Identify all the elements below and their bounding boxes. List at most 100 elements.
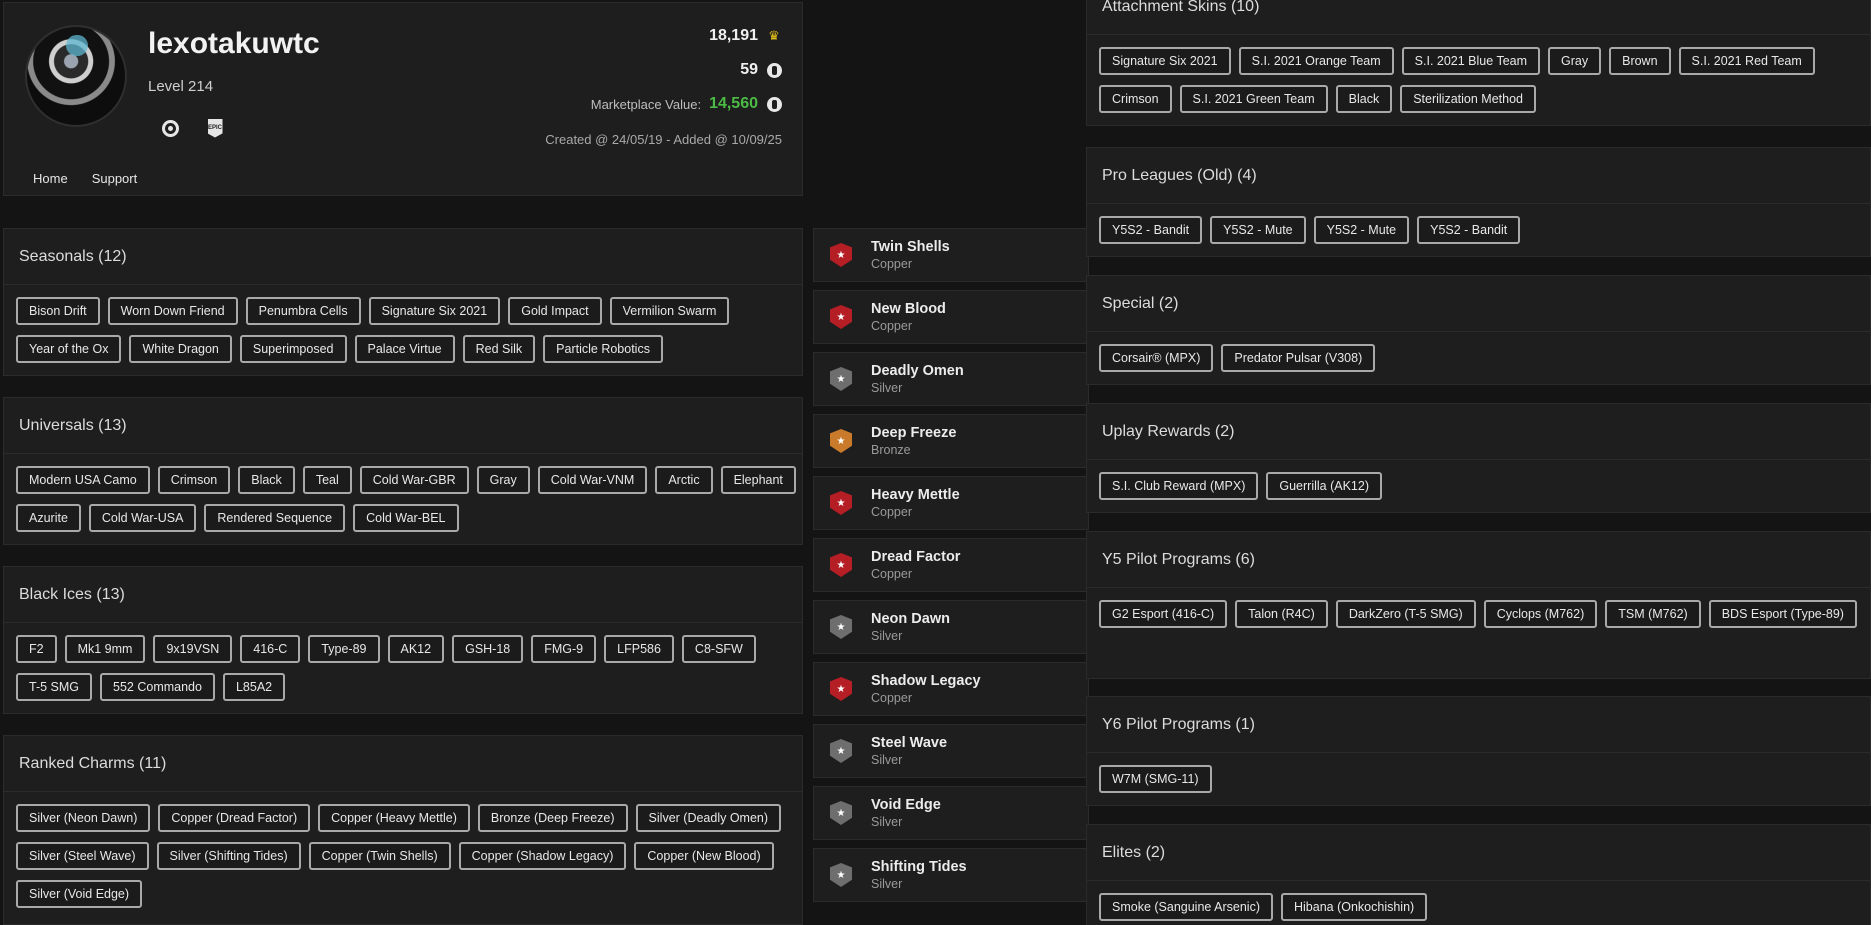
section-ranked-charms: Ranked Charms (11) Silver (Neon Dawn) Copp…	[3, 735, 803, 925]
item-tag[interactable]: Crimson	[157, 466, 231, 494]
charm-row[interactable]: Steel Wave Silver	[813, 724, 1089, 778]
charm-row[interactable]: Twin Shells Copper	[813, 228, 1089, 282]
item-tag[interactable]: TSM (M762)	[1605, 600, 1701, 628]
item-tag[interactable]: Palace Virtue	[354, 335, 455, 363]
item-tag[interactable]: Talon (R4C)	[1235, 600, 1328, 628]
item-tag[interactable]: Copper (New Blood)	[634, 842, 774, 870]
item-tag[interactable]: Copper (Twin Shells)	[308, 842, 451, 870]
item-tag[interactable]: Red Silk	[462, 335, 536, 363]
item-tag[interactable]: Type-89	[308, 635, 380, 663]
item-tag[interactable]: 416-C	[240, 635, 301, 663]
charm-badge-icon	[830, 367, 852, 391]
charm-tier: Copper	[871, 505, 912, 519]
item-tag[interactable]: Sterilization Method	[1400, 85, 1536, 113]
item-tag[interactable]: Cyclops (M762)	[1483, 600, 1598, 628]
item-tag[interactable]: Silver (Shifting Tides)	[156, 842, 301, 870]
nav-support-link[interactable]: Support	[92, 171, 138, 186]
item-tag[interactable]: Modern USA Camo	[16, 466, 150, 494]
item-tag[interactable]: BDS Esport (Type-89)	[1708, 600, 1857, 628]
nav-home-link[interactable]: Home	[33, 171, 68, 186]
item-tag[interactable]: W7M (SMG-11)	[1099, 765, 1212, 793]
item-tag[interactable]: Y5S2 - Bandit	[1417, 216, 1521, 244]
item-tag[interactable]: Teal	[302, 466, 352, 494]
item-tag[interactable]: Corsair® (MPX)	[1099, 344, 1214, 372]
item-tag[interactable]: LFP586	[604, 635, 674, 663]
section-title: Elites (2)	[1087, 825, 1870, 881]
item-tag[interactable]: 9x19VSN	[153, 635, 233, 663]
item-tag[interactable]: Rendered Sequence	[204, 504, 346, 532]
section-universals: Universals (13) Modern USA Camo Crimson Bla…	[3, 397, 803, 545]
charm-row[interactable]: Deadly Omen Silver	[813, 352, 1089, 406]
section-title: Black Ices (13)	[4, 567, 802, 623]
item-tag[interactable]: S.I. 2021 Red Team	[1678, 47, 1815, 75]
charm-row[interactable]: Dread Factor Copper	[813, 538, 1089, 592]
epic-games-icon[interactable]: EPIC	[204, 117, 226, 139]
charm-row[interactable]: Shifting Tides Silver	[813, 848, 1089, 902]
item-tag[interactable]: Guerrilla (AK12)	[1266, 472, 1382, 500]
charm-text: Heavy Mettle Copper	[871, 487, 960, 519]
charm-name: Neon Dawn	[871, 611, 950, 627]
charm-row[interactable]: Void Edge Silver	[813, 786, 1089, 840]
item-tag[interactable]: Superimposed	[239, 335, 347, 363]
item-tag[interactable]: S.I. 2021 Green Team	[1179, 85, 1328, 113]
item-tag[interactable]: Copper (Shadow Legacy)	[458, 842, 627, 870]
item-tag[interactable]: Vermilion Swarm	[609, 297, 730, 325]
item-tag[interactable]: Y5S2 - Bandit	[1099, 216, 1203, 244]
charm-row[interactable]: Shadow Legacy Copper	[813, 662, 1089, 716]
item-tag[interactable]: 552 Commando	[100, 673, 215, 701]
item-tag[interactable]: Cold War-GBR	[359, 466, 469, 494]
ubisoft-icon[interactable]	[159, 117, 181, 139]
item-tag[interactable]: Gold Impact	[508, 297, 602, 325]
charm-row[interactable]: New Blood Copper	[813, 290, 1089, 344]
item-tag[interactable]: Hibana (Onkochishin)	[1281, 893, 1428, 921]
item-tag[interactable]: S.I. 2021 Blue Team	[1401, 47, 1541, 75]
item-tag[interactable]: Mk1 9mm	[64, 635, 146, 663]
item-tag[interactable]: Silver (Deadly Omen)	[635, 804, 782, 832]
item-tag[interactable]: Copper (Dread Factor)	[158, 804, 311, 832]
item-tag[interactable]: Signature Six 2021	[368, 297, 501, 325]
item-tag[interactable]: GSH-18	[452, 635, 524, 663]
item-tag[interactable]: Arctic	[655, 466, 713, 494]
item-tag[interactable]: Copper (Heavy Mettle)	[318, 804, 470, 832]
item-tag[interactable]: T-5 SMG	[16, 673, 93, 701]
item-tag[interactable]: Black	[238, 466, 295, 494]
item-tag[interactable]: Black	[1335, 85, 1393, 113]
item-tag[interactable]: Smoke (Sanguine Arsenic)	[1099, 893, 1273, 921]
item-tag[interactable]: C8-SFW	[681, 635, 756, 663]
item-tag[interactable]: S.I. 2021 Orange Team	[1238, 47, 1394, 75]
item-tag[interactable]: FMG-9	[531, 635, 597, 663]
charm-row[interactable]: Deep Freeze Bronze	[813, 414, 1089, 468]
item-tag[interactable]: Gray	[476, 466, 530, 494]
item-tag[interactable]: Bison Drift	[16, 297, 100, 325]
item-tag[interactable]: Worn Down Friend	[107, 297, 238, 325]
charm-row[interactable]: Neon Dawn Silver	[813, 600, 1089, 654]
item-tag[interactable]: Cold War-USA	[88, 504, 197, 532]
item-tag[interactable]: Y5S2 - Mute	[1313, 216, 1410, 244]
item-tag[interactable]: Gray	[1548, 47, 1602, 75]
item-tag[interactable]: Silver (Neon Dawn)	[16, 804, 151, 832]
item-tag[interactable]: G2 Esport (416-C)	[1099, 600, 1228, 628]
charm-row[interactable]: Heavy Mettle Copper	[813, 476, 1089, 530]
item-tag[interactable]: Y5S2 - Mute	[1210, 216, 1306, 244]
item-tag[interactable]: Elephant	[720, 466, 796, 494]
item-tag[interactable]: Signature Six 2021	[1099, 47, 1231, 75]
item-tag[interactable]: Silver (Steel Wave)	[16, 842, 149, 870]
item-tag[interactable]: L85A2	[222, 673, 286, 701]
item-tag[interactable]: Crimson	[1099, 85, 1172, 113]
item-tag[interactable]: AK12	[387, 635, 445, 663]
item-tag[interactable]: Silver (Void Edge)	[16, 880, 143, 908]
item-tag-list: Smoke (Sanguine Arsenic) Hibana (Onkochis…	[1087, 881, 1870, 921]
item-tag[interactable]: S.I. Club Reward (MPX)	[1099, 472, 1259, 500]
item-tag[interactable]: DarkZero (T-5 SMG)	[1335, 600, 1476, 628]
item-tag[interactable]: Predator Pulsar (V308)	[1221, 344, 1376, 372]
item-tag[interactable]: Cold War-VNM	[537, 466, 648, 494]
item-tag[interactable]: Brown	[1609, 47, 1671, 75]
item-tag[interactable]: Cold War-BEL	[353, 504, 459, 532]
item-tag[interactable]: Penumbra Cells	[245, 297, 361, 325]
item-tag[interactable]: White Dragon	[129, 335, 232, 363]
item-tag[interactable]: Particle Robotics	[543, 335, 663, 363]
item-tag[interactable]: Year of the Ox	[16, 335, 122, 363]
item-tag[interactable]: F2	[16, 635, 57, 663]
item-tag[interactable]: Bronze (Deep Freeze)	[477, 804, 628, 832]
item-tag[interactable]: Azurite	[16, 504, 81, 532]
